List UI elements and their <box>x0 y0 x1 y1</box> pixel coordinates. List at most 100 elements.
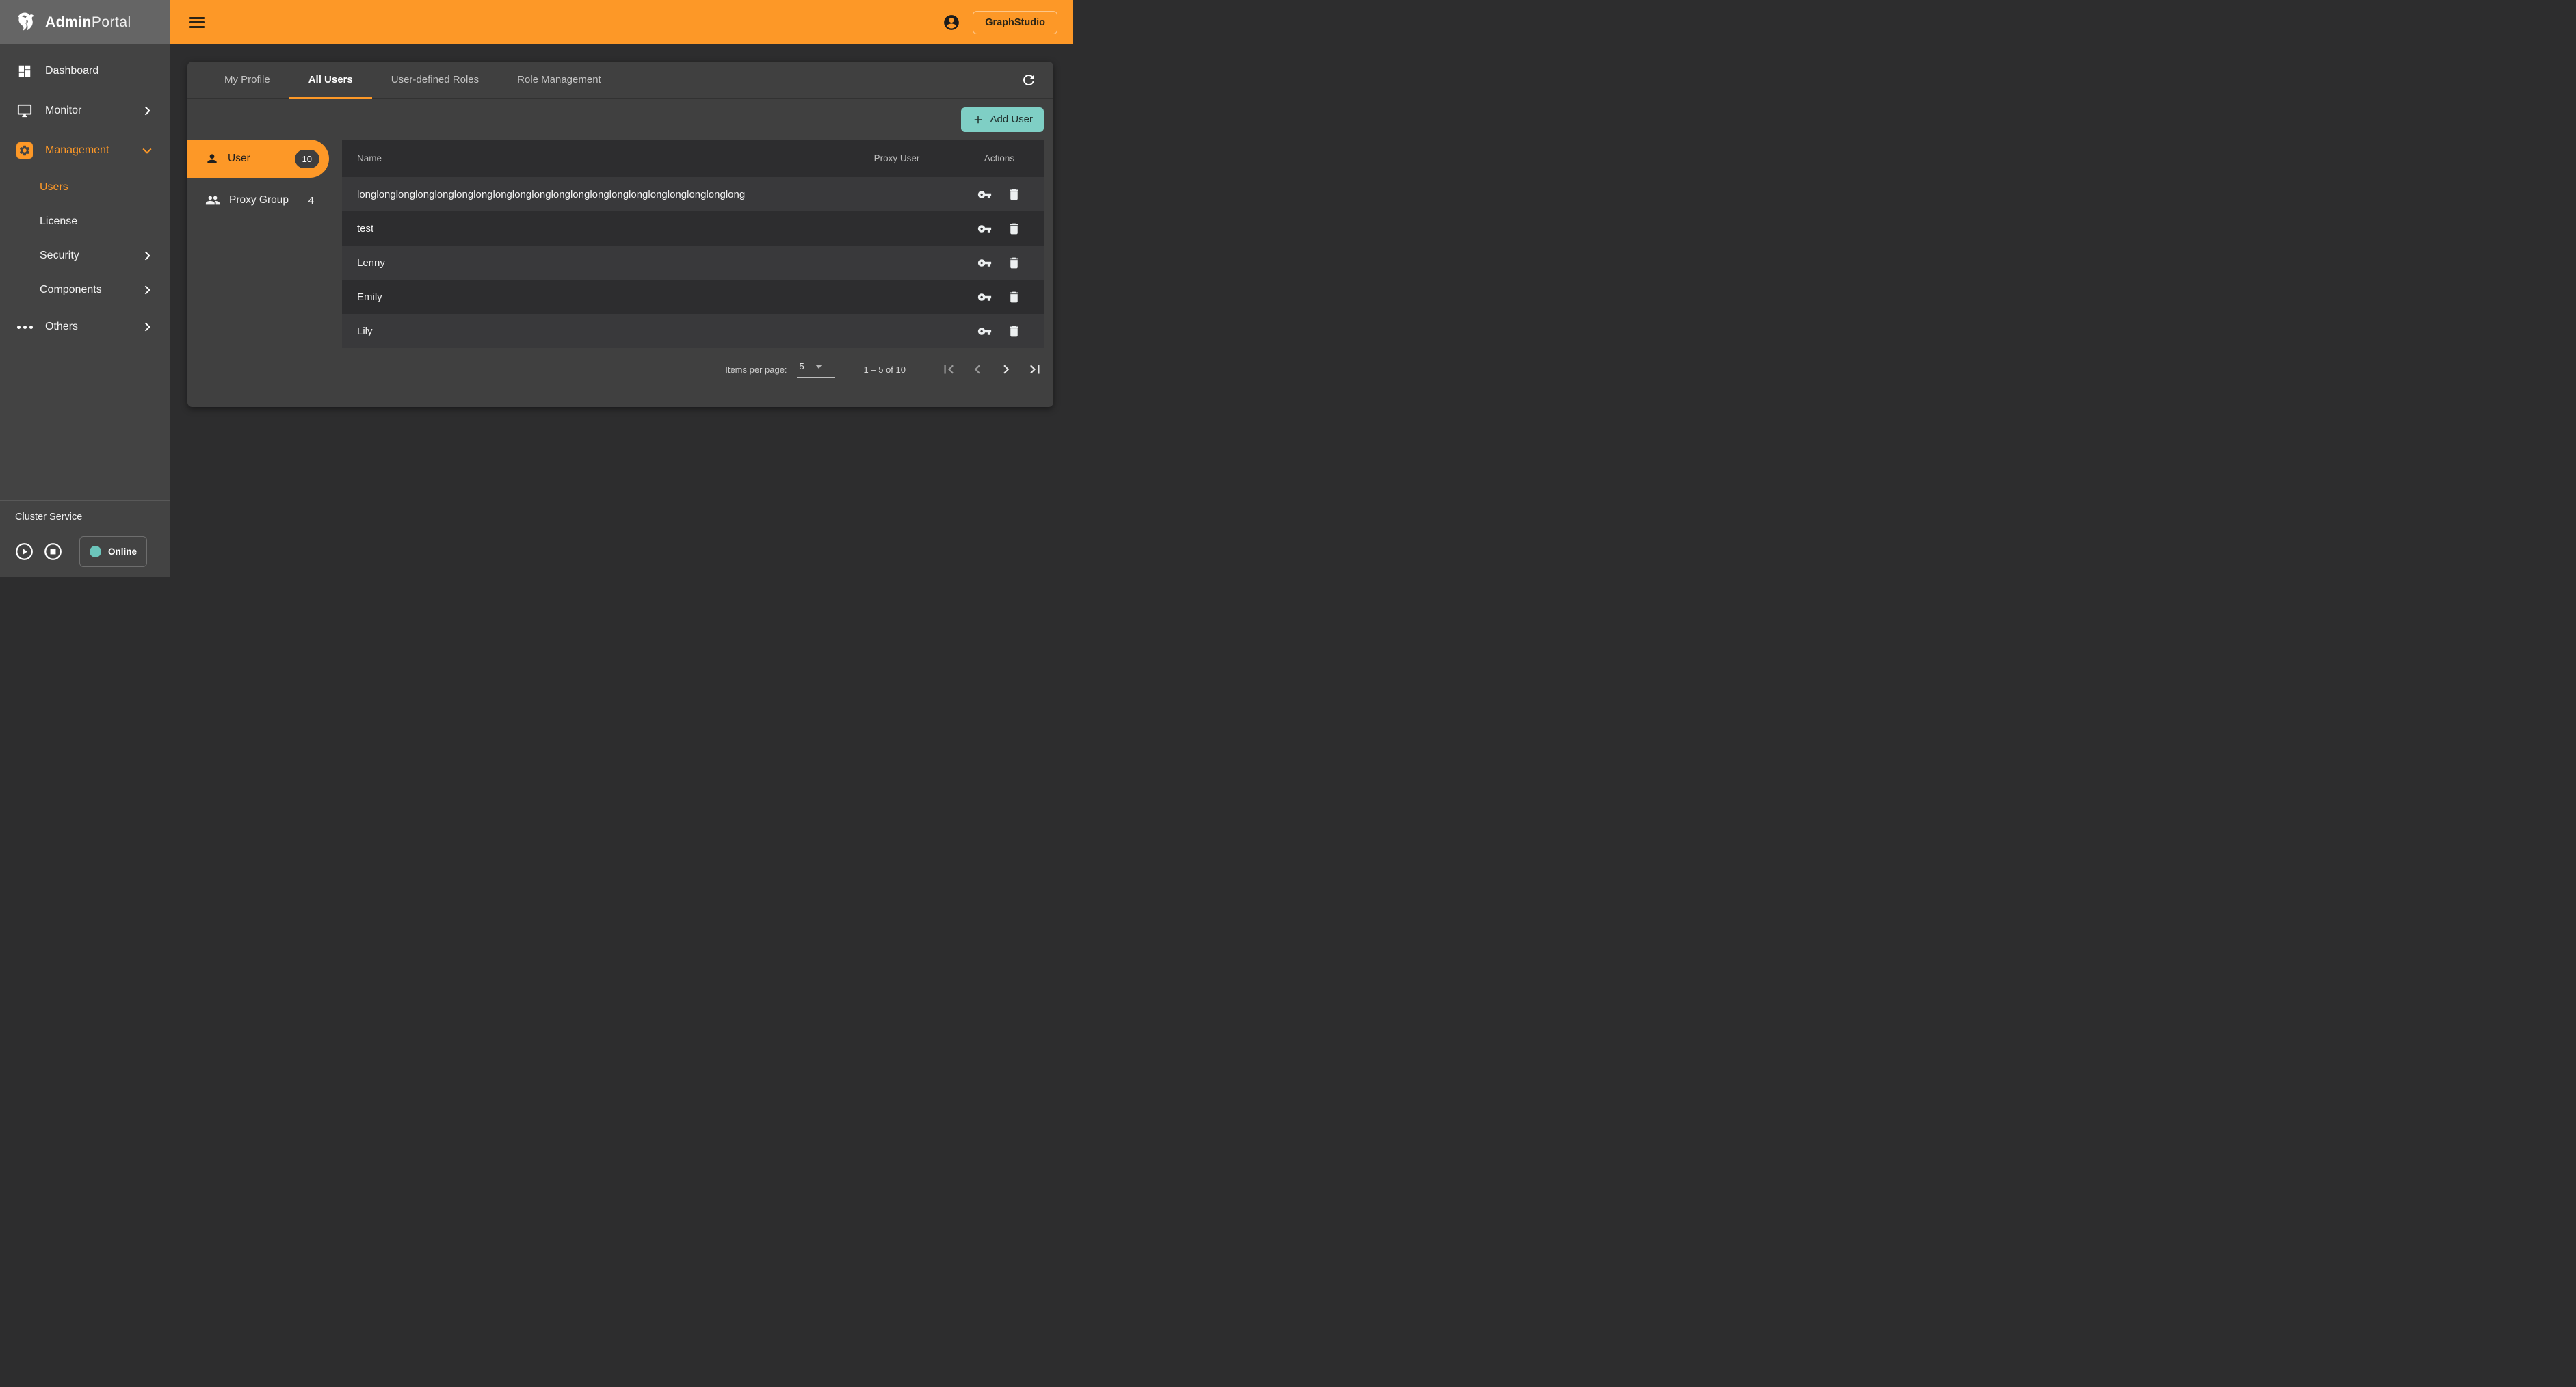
table-row: Lenny <box>342 246 1044 280</box>
logo-block: AdminPortal <box>0 0 170 44</box>
chevron-right-icon <box>140 249 154 263</box>
dropdown-caret-icon <box>815 364 822 369</box>
previous-page-icon[interactable] <box>969 360 986 378</box>
table-header: Name Proxy User Actions <box>342 140 1044 177</box>
key-icon[interactable] <box>977 256 992 270</box>
sidebar-item-users[interactable]: Users <box>0 170 170 204</box>
sidebar-item-label: Others <box>45 321 79 332</box>
refresh-icon[interactable] <box>1021 72 1037 88</box>
tiger-logo-icon <box>14 10 38 35</box>
next-page-icon[interactable] <box>997 360 1015 378</box>
proxy-group-count: 4 <box>308 194 314 207</box>
last-page-icon[interactable] <box>1026 360 1044 378</box>
table-row: Emily <box>342 280 1044 314</box>
entity-proxy-group-label: Proxy Group <box>229 194 289 206</box>
user-name: Lily <box>357 325 373 337</box>
users-table: Name Proxy User Actions longlonglonglong… <box>342 140 1044 378</box>
sidebar-item-components[interactable]: Components <box>0 273 170 307</box>
add-user-button[interactable]: Add User <box>961 107 1044 132</box>
sidebar-item-label: Security <box>40 250 79 261</box>
delete-icon[interactable] <box>1007 187 1021 202</box>
tab-all-users[interactable]: All Users <box>289 62 372 99</box>
sidebar-item-label: Components <box>40 284 102 295</box>
page-range-label: 1 – 5 of 10 <box>863 364 906 375</box>
key-icon[interactable] <box>977 324 992 339</box>
entity-proxy-group[interactable]: Proxy Group 4 <box>187 185 329 216</box>
delete-icon[interactable] <box>1007 290 1021 304</box>
user-name: longlonglonglonglonglonglonglonglonglong… <box>357 188 746 200</box>
col-proxy-user: Proxy User <box>873 153 920 163</box>
stop-service-button[interactable] <box>44 542 62 561</box>
admin-portal-app: AdminPortal GraphStudio Dashboard Monito… <box>0 0 1073 577</box>
entity-user-selected[interactable]: User 10 <box>187 140 329 178</box>
plus-icon <box>975 116 982 123</box>
account-circle-icon[interactable] <box>943 14 960 31</box>
col-actions: Actions <box>984 153 1015 163</box>
sidebar-item-label: Users <box>40 181 68 193</box>
graphstudio-button[interactable]: GraphStudio <box>973 10 1057 34</box>
sidebar-item-management[interactable]: Management <box>0 131 170 170</box>
cluster-service-section: Cluster Service Online <box>0 500 170 577</box>
key-icon[interactable] <box>977 290 992 304</box>
tab-bar: My Profile All Users User-defined Roles … <box>187 62 1053 99</box>
user-count-badge: 10 <box>294 149 319 168</box>
key-icon[interactable] <box>977 187 992 202</box>
sidebar-item-label: Dashboard <box>45 65 99 77</box>
col-name: Name <box>357 153 382 163</box>
sidebar-item-others[interactable]: Others <box>0 307 170 347</box>
delete-icon[interactable] <box>1007 222 1021 236</box>
sidebar-item-security[interactable]: Security <box>0 239 170 273</box>
brand-name: AdminPortal <box>45 14 131 31</box>
brand-light: Portal <box>91 14 131 30</box>
user-name: Emily <box>357 291 382 303</box>
tab-my-profile[interactable]: My Profile <box>205 62 289 98</box>
key-icon[interactable] <box>977 222 992 236</box>
chevron-right-icon <box>140 283 154 297</box>
tab-role-management[interactable]: Role Management <box>498 62 620 98</box>
users-card: My Profile All Users User-defined Roles … <box>187 62 1053 407</box>
sidebar-item-label: Management <box>45 144 109 156</box>
tab-user-defined-roles[interactable]: User-defined Roles <box>372 62 498 98</box>
ellipsis-icon <box>16 319 33 335</box>
cluster-service-title: Cluster Service <box>15 512 83 523</box>
items-per-page-label: Items per page: <box>725 364 787 375</box>
users-body: User 10 Proxy Group 4 Name Proxy User Ac… <box>187 140 1053 378</box>
tabbar-spacer <box>620 62 1021 98</box>
sidebar-item-dashboard[interactable]: Dashboard <box>0 51 170 91</box>
chevron-right-icon <box>140 104 154 118</box>
cluster-status-badge: Online <box>79 536 147 567</box>
user-name: test <box>357 222 374 235</box>
management-gear-icon <box>16 142 33 159</box>
sidebar-item-label: Monitor <box>45 105 82 116</box>
chevron-right-icon <box>140 320 154 334</box>
table-toolbar: Add User <box>187 99 1053 140</box>
topbar: GraphStudio <box>170 0 1073 44</box>
page-size-value: 5 <box>799 361 804 371</box>
entity-user-label: User <box>228 153 250 164</box>
brand-bold: Admin <box>45 14 92 30</box>
group-icon <box>205 193 220 208</box>
table-row: longlonglonglonglonglonglonglonglonglong… <box>342 177 1044 211</box>
table-row: test <box>342 211 1044 246</box>
delete-icon[interactable] <box>1007 324 1021 339</box>
main-content: My Profile All Users User-defined Roles … <box>170 44 1073 577</box>
online-status-dot <box>89 546 101 557</box>
delete-icon[interactable] <box>1007 256 1021 270</box>
person-icon <box>205 152 219 166</box>
entity-list: User 10 Proxy Group 4 <box>187 140 329 378</box>
sidebar-nav: Dashboard Monitor Management Users Licen… <box>0 44 170 347</box>
online-status-label: Online <box>107 546 137 557</box>
sidebar-item-label: License <box>40 215 78 227</box>
menu-icon[interactable] <box>189 16 205 28</box>
monitor-icon <box>16 103 33 119</box>
chevron-down-icon <box>140 144 154 157</box>
paginator: Items per page: 5 1 – 5 of 10 <box>342 360 1044 378</box>
table-row: Lily <box>342 314 1044 348</box>
page-size-select[interactable]: 5 <box>796 361 835 378</box>
first-page-icon[interactable] <box>940 360 958 378</box>
add-user-label: Add User <box>990 114 1033 125</box>
sidebar-item-license[interactable]: License <box>0 204 170 239</box>
sidebar: Dashboard Monitor Management Users Licen… <box>0 44 170 577</box>
sidebar-item-monitor[interactable]: Monitor <box>0 91 170 131</box>
start-service-button[interactable] <box>15 542 34 561</box>
